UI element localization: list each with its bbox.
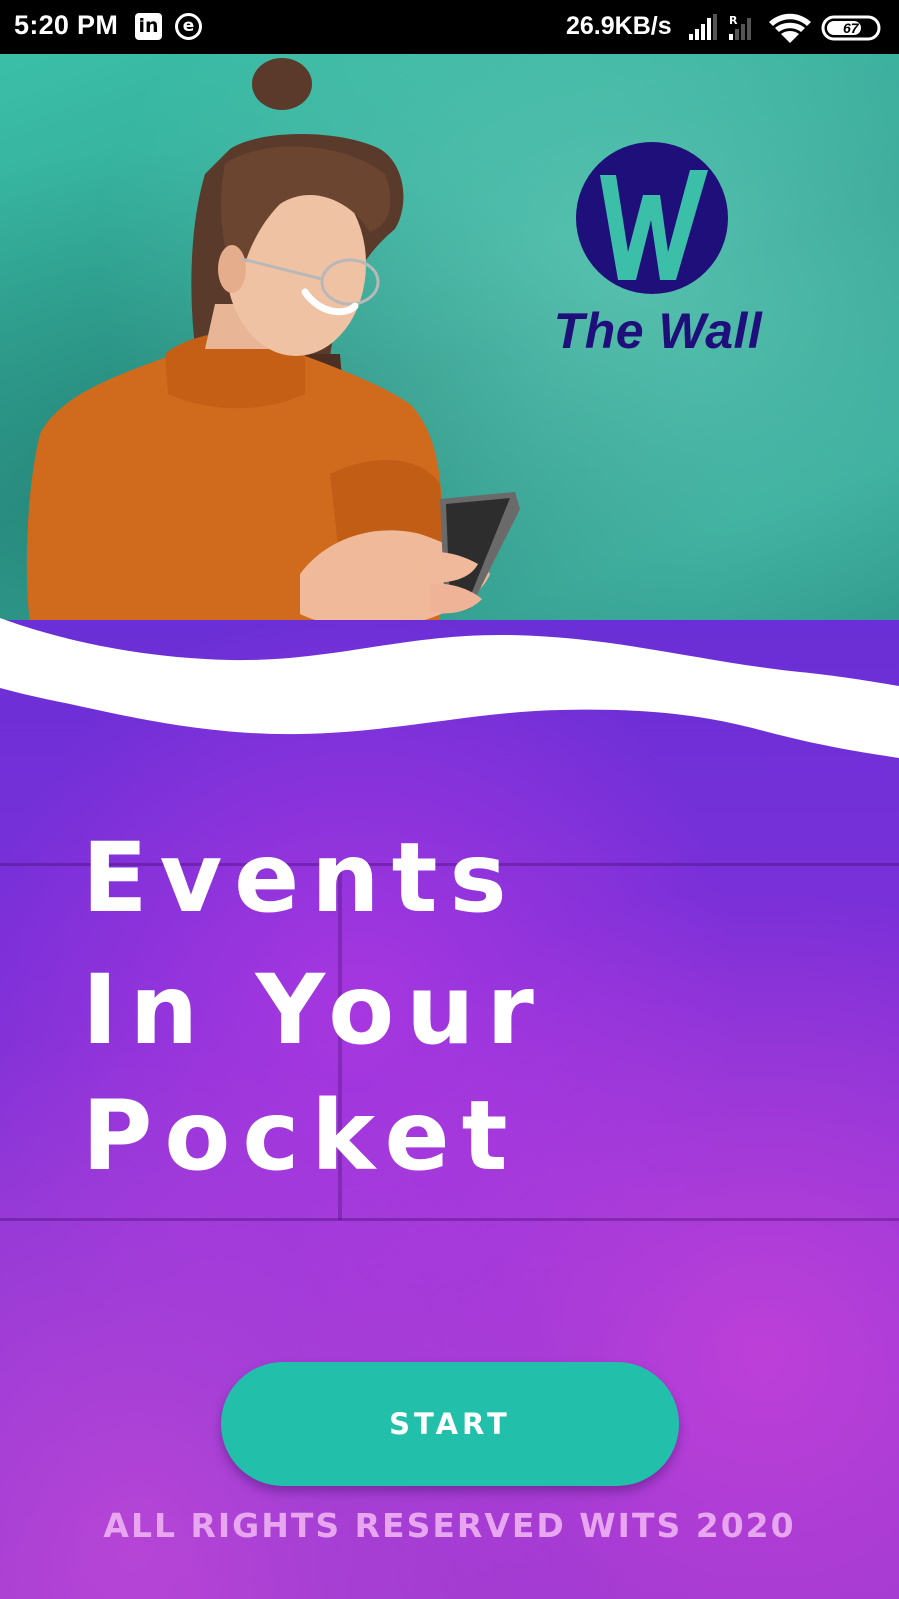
tagline-line-2: In Your <box>82 954 546 1066</box>
roaming-signal-icon: R <box>729 14 751 40</box>
status-bar: 5:20 PM in e 26.9KB/s R 67 <box>0 0 899 54</box>
wave-divider <box>0 618 899 758</box>
brand-name: The Wall <box>553 303 763 359</box>
start-button[interactable]: START <box>221 1362 679 1486</box>
tagline-line-1: Events <box>82 822 519 934</box>
tagline-line-3: Pocket <box>82 1080 520 1192</box>
edge-icon: e <box>175 13 202 40</box>
network-speed: 26.9KB/s <box>566 12 672 40</box>
copyright-footer: ALL RIGHTS RESERVED WITS 2020 <box>103 1506 796 1545</box>
battery-level: 67 <box>843 20 860 36</box>
splash-screen: The Wall Events In Your Pocket START ALL… <box>0 0 899 1599</box>
signal-strength-icon <box>689 14 717 40</box>
wifi-icon <box>769 13 811 43</box>
battery-icon: 67 <box>821 15 881 41</box>
status-icons: R 67 <box>689 13 881 43</box>
linkedin-icon: in <box>135 13 162 40</box>
status-time: 5:20 PM <box>14 10 119 40</box>
svg-text:R: R <box>729 14 738 27</box>
